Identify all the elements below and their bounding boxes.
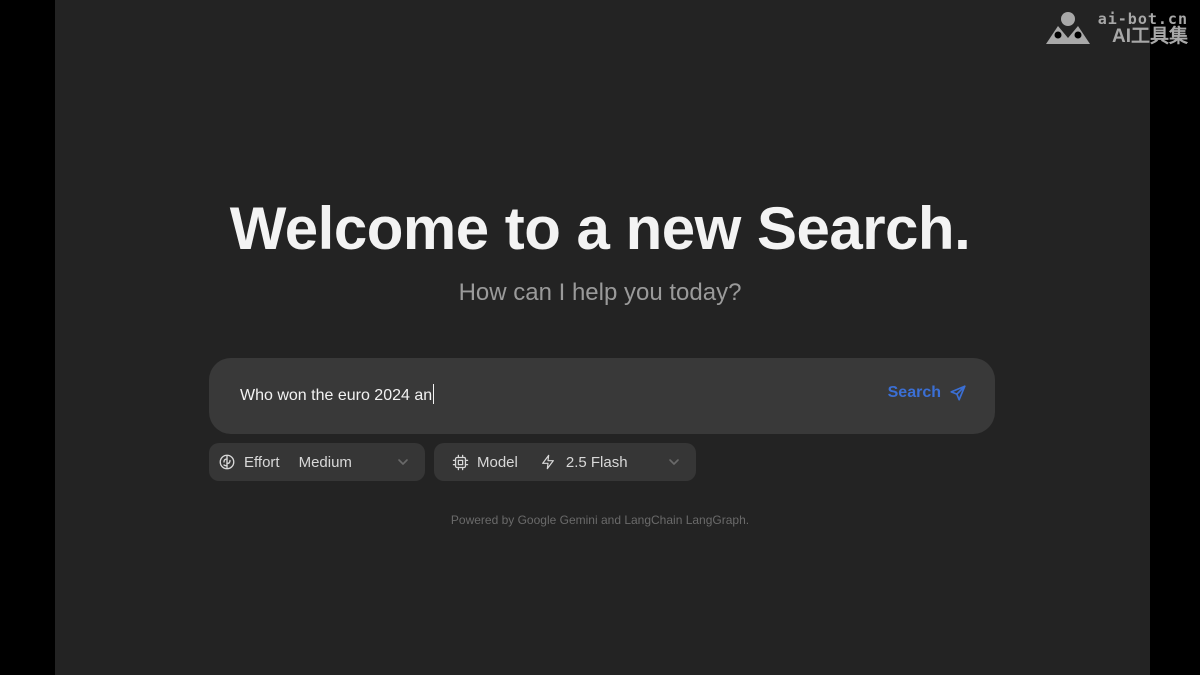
send-icon: [950, 385, 966, 401]
model-label: Model: [477, 453, 518, 471]
model-selected-value: 2.5 Flash: [565, 453, 628, 471]
effort-selected-value: Medium: [298, 453, 352, 471]
search-button[interactable]: Search: [888, 384, 967, 402]
footer-credit: Powered by Google Gemini and LangChain L…: [450, 513, 750, 527]
watermark: ai-bot.cn AI工具集: [1044, 10, 1188, 46]
zap-icon: [540, 454, 556, 470]
text-caret: [433, 384, 435, 404]
effort-select[interactable]: Effort Medium: [209, 443, 425, 481]
model-select[interactable]: Model 2.5 Flash: [434, 443, 696, 481]
page-subtitle: How can I help you today?: [458, 279, 742, 306]
cpu-icon: [452, 454, 469, 471]
brain-icon: [218, 453, 236, 471]
page-title: Welcome to a new Search.: [229, 195, 971, 262]
chevron-down-icon: [669, 459, 679, 465]
watermark-logo-icon: [1045, 12, 1090, 44]
app-background: [55, 0, 1150, 675]
search-query-field[interactable]: Who won the euro 2024 an: [240, 384, 435, 406]
search-button-label: Search: [887, 384, 941, 401]
search-query-text: Who won the euro 2024 an: [240, 387, 433, 404]
chevron-down-icon: [398, 459, 408, 465]
search-input[interactable]: Who won the euro 2024 an Search: [209, 358, 995, 434]
watermark-name: AI工具集: [1111, 26, 1188, 47]
effort-label: Effort: [244, 453, 280, 471]
